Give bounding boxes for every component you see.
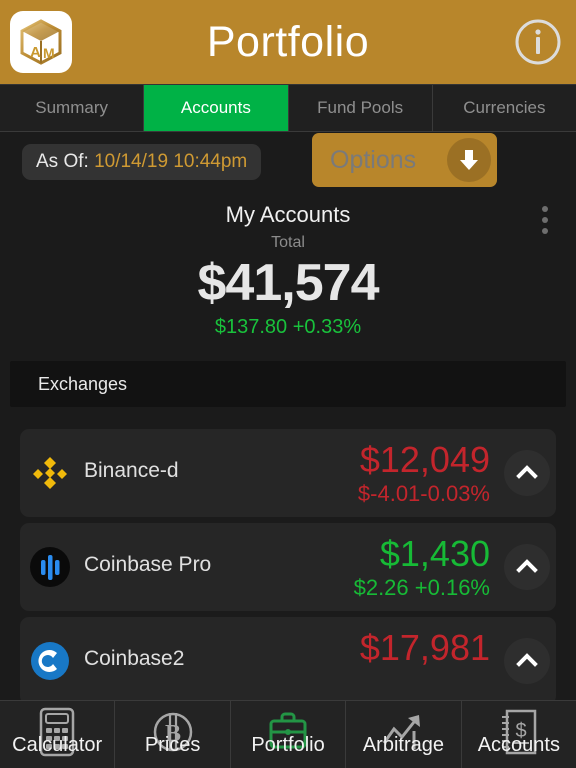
- account-name: Binance-d: [84, 459, 179, 482]
- kebab-menu-icon[interactable]: [542, 206, 548, 234]
- tab-bar: Summary Accounts Fund Pools Currencies: [0, 84, 576, 132]
- account-value: $17,981: [359, 627, 490, 668]
- tab-summary[interactable]: Summary: [0, 85, 145, 131]
- subbar: As Of: 10/14/19 10:44pm Options: [0, 132, 576, 194]
- tab-accounts[interactable]: Accounts: [144, 85, 289, 131]
- accounts-list: Binance-d $12,049 $-4.01-0.03% Coinbase …: [0, 429, 576, 705]
- nav-item-calculator[interactable]: Calculator: [0, 701, 116, 768]
- options-button[interactable]: Options: [312, 133, 497, 187]
- as-of-value: 10/14/19 10:44pm: [94, 151, 248, 172]
- section-header-label: Exchanges: [38, 373, 128, 394]
- tab-accounts-label: Accounts: [180, 98, 251, 117]
- account-name: Coinbase2: [84, 647, 185, 670]
- nav-label-portfolio: Portfolio: [251, 734, 325, 756]
- tab-currencies-label: Currencies: [463, 98, 546, 117]
- summary-subtitle: Total: [271, 234, 305, 251]
- nav-item-accounts[interactable]: $ Accounts: [462, 701, 576, 768]
- account-name: Coinbase Pro: [84, 553, 212, 576]
- arrow-down-icon: [447, 138, 491, 182]
- account-change: $-4.01-0.03%: [357, 481, 490, 506]
- tab-currencies[interactable]: Currencies: [433, 85, 576, 131]
- app-root: A M Portfolio Summary Accounts Fund Pool…: [0, 0, 576, 768]
- tab-fund-pools[interactable]: Fund Pools: [289, 85, 433, 131]
- nav-label-prices: Prices: [144, 734, 201, 756]
- app-logo[interactable]: A M: [10, 11, 72, 73]
- chevron-up-icon[interactable]: [504, 544, 550, 590]
- account-value: $12,049: [359, 439, 490, 480]
- as-of-pill[interactable]: As Of: 10/14/19 10:44pm: [22, 144, 262, 180]
- account-row-binance[interactable]: Binance-d $12,049 $-4.01-0.03%: [20, 429, 556, 517]
- kebab-dot: [542, 217, 548, 223]
- app-header: A M Portfolio: [0, 0, 576, 84]
- nav-item-prices[interactable]: B Prices: [115, 701, 231, 768]
- page-title: Portfolio: [206, 17, 370, 66]
- account-row-coinbase2[interactable]: Coinbase2 $17,981: [20, 617, 556, 705]
- account-row-coinbase-pro[interactable]: Coinbase Pro $1,430 $2.26 +0.16%: [20, 523, 556, 611]
- chevron-up-icon[interactable]: [504, 638, 550, 684]
- summary-total-value: $41,574: [197, 254, 380, 312]
- tab-summary-label: Summary: [35, 98, 108, 117]
- account-change: $2.26 +0.16%: [353, 575, 490, 600]
- as-of-label: As Of:: [36, 151, 89, 172]
- coinbase-logo-icon: [28, 639, 72, 683]
- summary-change-value: $137.80 +0.33%: [214, 316, 362, 338]
- kebab-dot: [542, 228, 548, 234]
- summary-title: My Accounts: [225, 202, 351, 227]
- nav-label-accounts: Accounts: [477, 734, 560, 756]
- coinbase-pro-logo-icon: [28, 545, 72, 589]
- options-button-label: Options: [330, 145, 417, 174]
- chevron-up-icon[interactable]: [504, 450, 550, 496]
- nav-item-arbitrage[interactable]: Arbitrage: [346, 701, 462, 768]
- app-cube-logo-icon: A M: [20, 19, 62, 65]
- nav-label-calculator: Calculator: [12, 734, 103, 756]
- nav-label-arbitrage: Arbitrage: [362, 734, 444, 756]
- svg-text:A: A: [30, 44, 41, 61]
- info-circle-icon[interactable]: [514, 18, 562, 66]
- account-value: $1,430: [379, 533, 490, 574]
- binance-logo-icon: [28, 451, 72, 495]
- bottom-nav: Calculator B Prices Portfolio Arbitrage …: [0, 700, 576, 768]
- nav-item-portfolio[interactable]: Portfolio: [231, 701, 347, 768]
- svg-text:M: M: [43, 45, 55, 61]
- summary-panel: My Accounts Total $41,574 $137.80 +0.33%: [0, 194, 576, 339]
- tab-fund-pools-label: Fund Pools: [317, 98, 404, 117]
- kebab-dot: [542, 206, 548, 212]
- section-header-exchanges: Exchanges: [10, 361, 566, 407]
